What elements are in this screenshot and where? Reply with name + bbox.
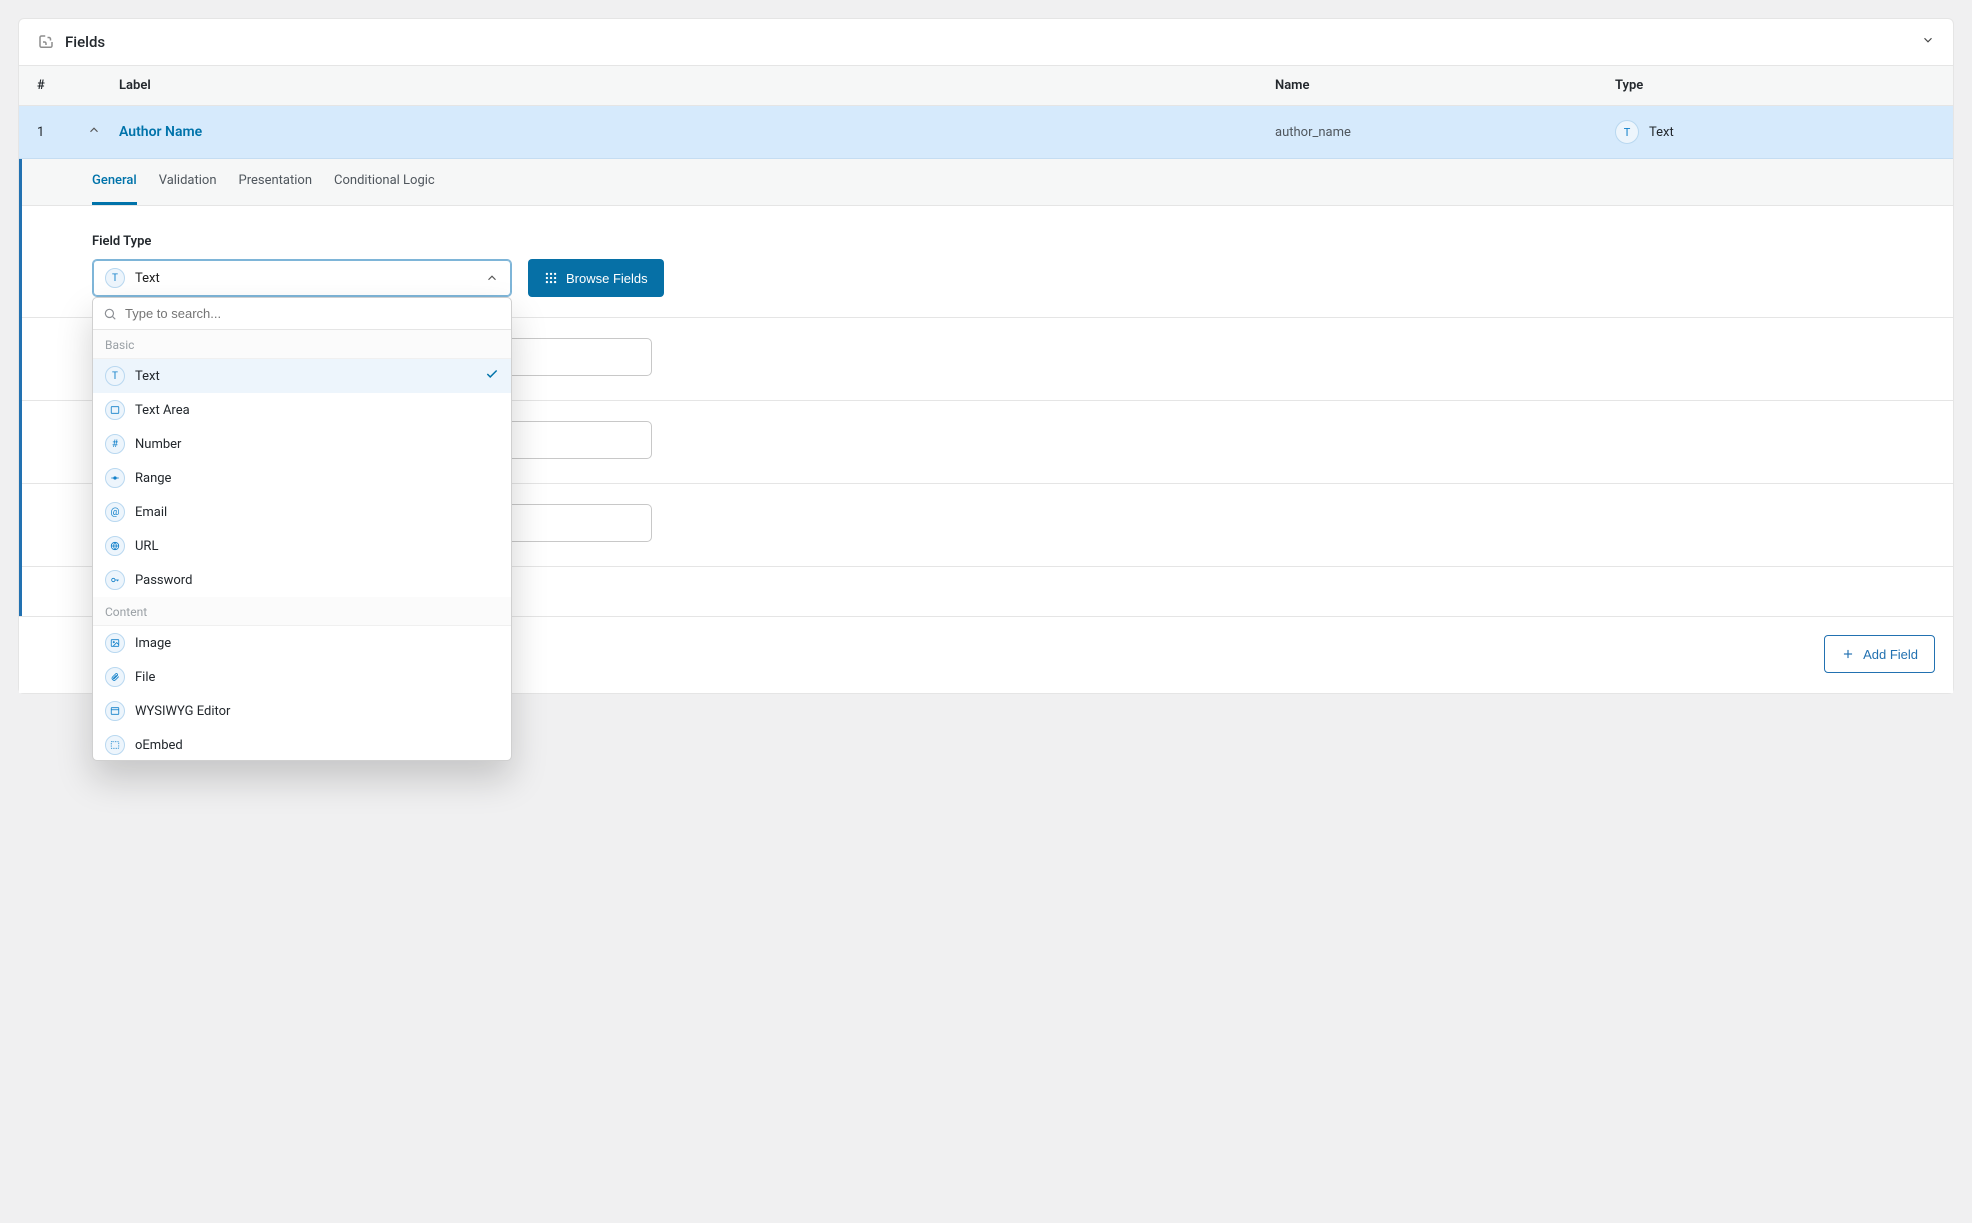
dropdown-search-input[interactable] (125, 306, 501, 321)
grid-icon (544, 271, 558, 285)
number-icon: # (105, 434, 125, 454)
dropdown-search (93, 298, 511, 330)
field-type-label: Field Type (92, 234, 1883, 249)
option-url[interactable]: URL (93, 529, 511, 563)
text-type-icon: T (105, 268, 125, 288)
row-type-label: Text (1649, 125, 1674, 140)
fields-icon (37, 33, 55, 51)
tab-validation[interactable]: Validation (159, 159, 217, 205)
text-icon: T (105, 366, 125, 386)
email-icon: @ (105, 502, 125, 522)
option-password[interactable]: Password (93, 563, 511, 597)
chevron-up-icon (485, 271, 499, 285)
option-text[interactable]: T Text (93, 359, 511, 393)
group-content: Content (93, 597, 511, 626)
panel-header: Fields (19, 19, 1953, 66)
browse-fields-label: Browse Fields (566, 271, 648, 286)
row-collapse-toggle[interactable] (87, 123, 105, 141)
field-editor: General Validation Presentation Conditio… (19, 159, 1953, 616)
collapse-toggle[interactable] (1921, 33, 1935, 51)
fields-panel: Fields # Label Name Type 1 Author Name a… (18, 18, 1954, 694)
add-field-label: Add Field (1863, 647, 1918, 662)
group-basic: Basic (93, 330, 511, 359)
option-textarea[interactable]: Text Area (93, 393, 511, 427)
check-icon (485, 367, 499, 385)
wysiwyg-icon (105, 701, 125, 721)
form-body: Field Type T Text Browse Fields (22, 206, 1953, 317)
columns-header: # Label Name Type (19, 66, 1953, 106)
panel-title: Fields (65, 33, 105, 51)
option-email[interactable]: @ Email (93, 495, 511, 529)
textarea-icon (105, 400, 125, 420)
col-label: Label (87, 78, 1275, 93)
tab-presentation[interactable]: Presentation (239, 159, 313, 205)
row-index: 1 (37, 125, 87, 140)
oembed-icon (105, 735, 125, 755)
password-icon (105, 570, 125, 590)
row-type: T Text (1615, 120, 1935, 144)
row-label[interactable]: Author Name (119, 124, 1275, 140)
search-icon (103, 307, 117, 321)
text-type-icon: T (1615, 120, 1639, 144)
chevron-up-icon (87, 123, 101, 137)
tab-general[interactable]: General (92, 159, 137, 205)
field-type-dropdown: Basic T Text Text Area (92, 297, 512, 761)
tab-conditional[interactable]: Conditional Logic (334, 159, 435, 205)
dropdown-list[interactable]: Basic T Text Text Area (93, 330, 511, 760)
col-name: Name (1275, 78, 1615, 93)
row-name: author_name (1275, 125, 1615, 140)
col-index: # (37, 78, 87, 93)
option-file[interactable]: File (93, 660, 511, 694)
field-type-value: Text (135, 271, 160, 286)
chevron-down-icon (1921, 33, 1935, 47)
field-row[interactable]: 1 Author Name author_name T Text (19, 106, 1953, 159)
url-icon (105, 536, 125, 556)
option-wysiwyg[interactable]: WYSIWYG Editor (93, 694, 511, 728)
option-image[interactable]: Image (93, 626, 511, 660)
plus-icon (1841, 647, 1855, 661)
col-type: Type (1615, 78, 1935, 93)
editor-tabs: General Validation Presentation Conditio… (22, 159, 1953, 206)
add-field-button[interactable]: Add Field (1824, 635, 1935, 673)
option-range[interactable]: Range (93, 461, 511, 495)
field-type-select[interactable]: T Text (92, 259, 512, 297)
browse-fields-button[interactable]: Browse Fields (528, 259, 664, 297)
range-icon (105, 468, 125, 488)
option-number[interactable]: # Number (93, 427, 511, 461)
image-icon (105, 633, 125, 653)
option-oembed[interactable]: oEmbed (93, 728, 511, 760)
file-icon (105, 667, 125, 687)
